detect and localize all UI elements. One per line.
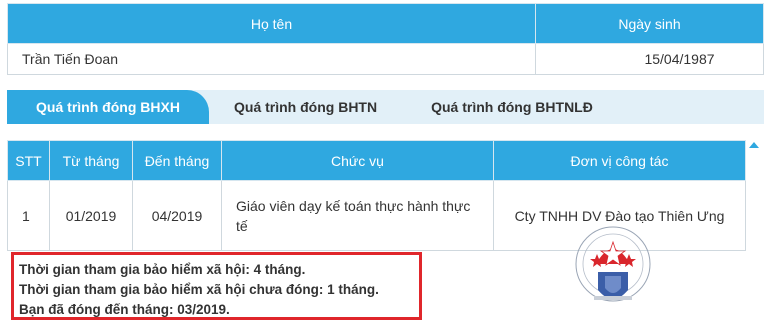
summary-unpaid-time: Thời gian tham gia bảo hiểm xã hội chưa … bbox=[19, 282, 379, 297]
from-month-column-header: Từ tháng bbox=[49, 140, 133, 181]
name-column-header: Họ tên bbox=[7, 3, 536, 44]
to-month-column-header: Đến tháng bbox=[132, 140, 222, 181]
dob-column-header: Ngày sinh bbox=[535, 3, 764, 44]
position-column-header: Chức vụ bbox=[221, 140, 494, 181]
stt-column-header: STT bbox=[7, 140, 50, 181]
tab-bhtnld[interactable]: Quá trình đóng BHTNLĐ bbox=[431, 90, 593, 124]
contrib-header-row: STT Từ tháng Đến tháng Chức vụ Đơn vị cô… bbox=[7, 140, 746, 181]
row-from-month: 01/2019 bbox=[49, 180, 133, 251]
contribution-tabs: Quá trình đóng BHXH Quá trình đóng BHTN … bbox=[7, 90, 764, 124]
summary-paid-until: Bạn đã đóng đến tháng: 03/2019. bbox=[19, 302, 230, 317]
tab-bhtn[interactable]: Quá trình đóng BHTN bbox=[234, 90, 377, 124]
scroll-up-arrow-icon[interactable] bbox=[749, 142, 759, 148]
info-header-row: Họ tên Ngày sinh bbox=[7, 3, 764, 44]
row-position: Giáo viên dạy kế toán thực hành thực tế bbox=[221, 180, 494, 251]
row-stt: 1 bbox=[7, 180, 50, 251]
company-seal-icon bbox=[575, 226, 651, 302]
tab-bhxh[interactable]: Quá trình đóng BHXH bbox=[7, 90, 209, 124]
employee-info-table: Họ tên Ngày sinh Trần Tiến Đoan 15/04/19… bbox=[7, 3, 764, 75]
workplace-column-header: Đơn vị công tác bbox=[493, 140, 746, 181]
employee-dob: 15/04/1987 bbox=[535, 43, 764, 75]
summary-participation-time: Thời gian tham gia bảo hiểm xã hội: 4 th… bbox=[19, 262, 306, 277]
contribution-summary-box: Thời gian tham gia bảo hiểm xã hội: 4 th… bbox=[11, 252, 422, 320]
row-to-month: 04/2019 bbox=[132, 180, 222, 251]
employee-name: Trần Tiến Đoan bbox=[7, 43, 536, 75]
info-data-row: Trần Tiến Đoan 15/04/1987 bbox=[7, 43, 764, 75]
